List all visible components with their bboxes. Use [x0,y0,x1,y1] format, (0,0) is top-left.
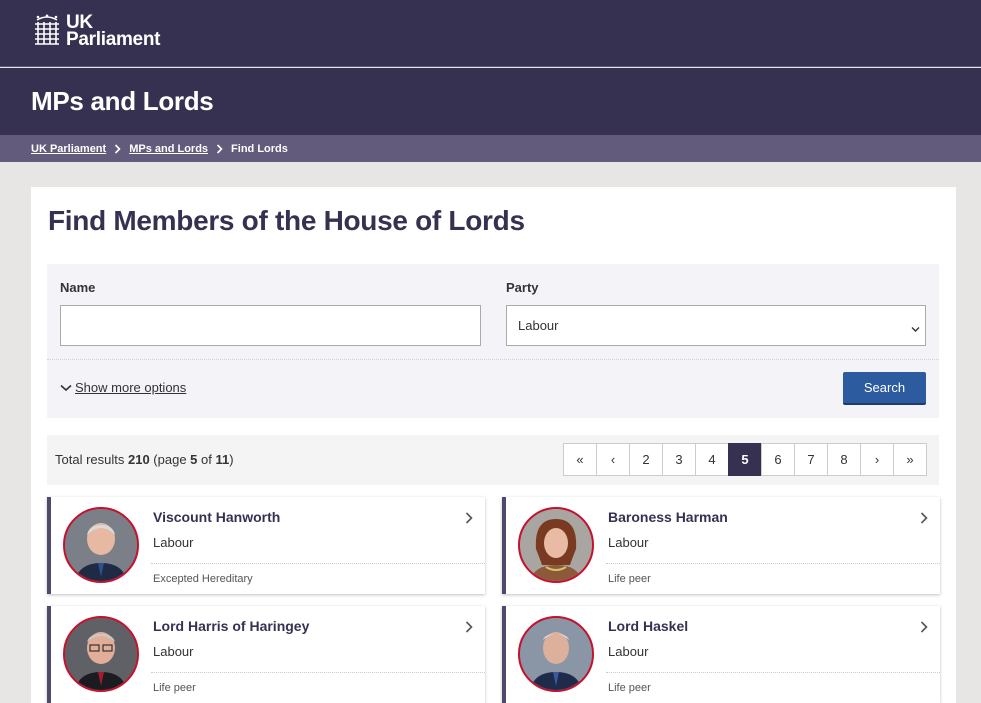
chevron-right-icon [114,143,121,154]
pagination-item[interactable]: › [860,443,894,476]
party-label: Party [506,280,539,295]
name-input[interactable] [60,305,481,346]
top-bar: UK Parliament [0,0,981,67]
pagination-item[interactable]: 3 [662,443,696,476]
member-portrait [63,507,139,583]
show-more-options-toggle[interactable]: Show more options [60,380,186,395]
page-count: 11 [215,452,230,467]
pagination-item[interactable]: » [893,443,927,476]
member-portrait [63,616,139,692]
page-title: Find Members of the House of Lords [48,205,525,236]
pagination-item[interactable]: 6 [761,443,795,476]
member-portrait [518,507,594,583]
member-party: Labour [608,535,649,550]
pagination-item[interactable]: 7 [794,443,828,476]
member-type: Life peer [153,682,196,694]
chevron-right-icon [920,620,928,638]
results-summary: Total results 210 (page 5 of 11) [55,452,234,467]
member-portrait [518,616,594,692]
chevron-down-icon [60,384,72,391]
pagination-item[interactable]: 2 [629,443,663,476]
member-name: Lord Harris of Haringey [153,618,310,634]
breadcrumb-link-uk-parliament[interactable]: UK Parliament [31,143,106,155]
member-card[interactable]: Lord Haskel Labour Life peer [502,606,940,703]
member-party: Labour [608,644,649,659]
member-type: Excepted Hereditary [153,573,253,585]
member-party: Labour [153,535,194,550]
chevron-right-icon [465,620,473,638]
member-type: Life peer [608,682,651,694]
section-header: MPs and Lords [0,68,981,135]
results-bar: Total results 210 (page 5 of 11) «‹ 2 3 4 5 6… [47,435,939,485]
section-title[interactable]: MPs and Lords [31,86,214,117]
member-party: Labour [153,644,194,659]
total-count: 210 [127,452,150,467]
member-divider [151,563,485,564]
member-name: Lord Haskel [608,618,689,634]
search-filters: Name Party Labour Show more options Sear… [47,264,939,418]
member-card[interactable]: Lord Harris of Haringey Labour Life peer [47,606,485,703]
member-type: Life peer [608,573,651,585]
logo-text-line2: Parliament [66,29,161,50]
breadcrumb-link-mps-and-lords[interactable]: MPs and Lords [129,143,208,155]
chevron-right-icon [216,143,223,154]
party-select-value: Labour [518,318,559,333]
search-button[interactable]: Search [843,372,926,405]
pagination-item[interactable]: 4 [695,443,729,476]
pagination-item[interactable]: 5 [728,443,762,476]
member-divider [606,672,940,673]
pagination-item[interactable]: 8 [827,443,861,476]
chevron-right-icon [920,511,928,529]
member-card[interactable]: Viscount Hanworth Labour Excepted Heredi… [47,497,485,594]
member-name: Viscount Hanworth [153,509,281,525]
member-divider [606,563,940,564]
member-name: Baroness Harman [608,509,728,525]
show-more-options-label: Show more options [75,380,187,395]
portcullis-icon [35,14,59,45]
member-divider [151,672,485,673]
breadcrumb-current: Find Lords [231,142,288,155]
pagination-item[interactable]: « [563,443,597,476]
pagination-item[interactable]: ‹ [596,443,630,476]
filter-divider [47,359,939,360]
breadcrumb: UK Parliament MPs and Lords Find Lords [0,135,981,162]
name-label: Name [60,280,96,295]
pagination: «‹ 2 3 4 5 6 7 8 ›» [563,443,927,476]
uk-parliament-logo[interactable]: UK Parliament [32,13,161,50]
chevron-right-icon [465,511,473,529]
party-select[interactable]: Labour [506,305,926,346]
member-card[interactable]: Baroness Harman Labour Life peer [502,497,940,594]
chevron-down-icon [911,321,920,336]
